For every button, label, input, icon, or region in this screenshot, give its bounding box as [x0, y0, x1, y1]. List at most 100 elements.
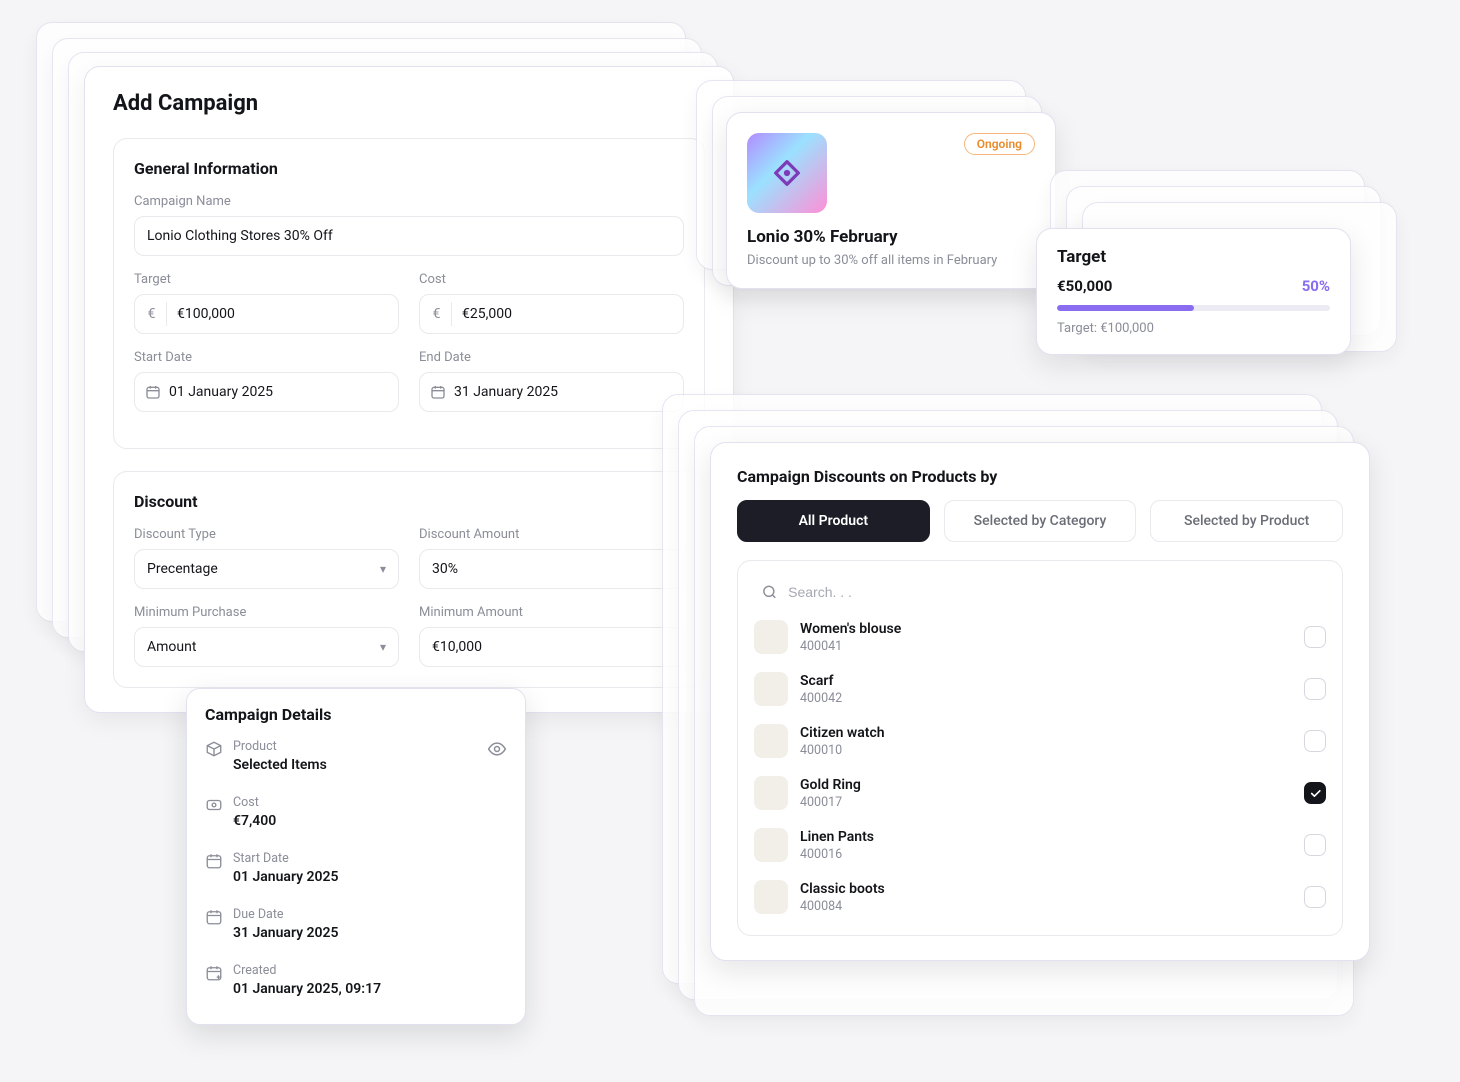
product-sku: 400041 [800, 639, 901, 654]
campaign-image [747, 133, 827, 213]
calendar-due-icon [205, 908, 223, 926]
tab-by-product[interactable]: Selected by Product [1150, 500, 1343, 542]
min-purchase-label: Minimum Purchase [134, 605, 399, 620]
product-thumbnail [754, 724, 788, 758]
calendar-created-icon [205, 964, 223, 982]
products-card: Campaign Discounts on Products by All Pr… [710, 442, 1370, 961]
target-goal: Target: €100,000 [1057, 321, 1330, 336]
product-row[interactable]: Scarf 400042 [750, 663, 1330, 715]
add-campaign-card: Add Campaign General Information Campaig… [84, 66, 734, 713]
details-created-value: 01 January 2025, 09:17 [233, 981, 381, 997]
cost-icon [205, 796, 223, 814]
details-product-label: Product [233, 739, 477, 754]
product-row[interactable]: Linen Pants 400016 [750, 819, 1330, 871]
product-thumbnail [754, 620, 788, 654]
product-sku: 400017 [800, 795, 861, 810]
details-due-value: 31 January 2025 [233, 925, 339, 941]
campaign-preview-title: Lonio 30% February [747, 227, 1035, 247]
discount-amount-value: 30% [432, 561, 458, 577]
target-title: Target [1057, 247, 1330, 267]
min-purchase-value: Amount [147, 639, 196, 655]
general-info-section: General Information Campaign Name Lonio … [113, 138, 705, 449]
campaign-name-label: Campaign Name [134, 194, 684, 209]
min-amount-value: €10,000 [432, 639, 482, 655]
calendar-start-icon [205, 852, 223, 870]
product-checkbox[interactable] [1304, 834, 1326, 856]
euro-icon: € [145, 302, 167, 326]
campaign-name-value: Lonio Clothing Stores 30% Off [147, 228, 333, 244]
discount-type-select[interactable]: Precentage ▾ [134, 549, 399, 589]
product-checkbox[interactable] [1304, 626, 1326, 648]
discount-section-title: Discount [134, 492, 684, 511]
product-checkbox[interactable] [1304, 886, 1326, 908]
cost-label: Cost [419, 272, 684, 287]
products-card-title: Campaign Discounts on Products by [737, 467, 1343, 486]
status-badge: Ongoing [964, 133, 1035, 155]
end-date-label: End Date [419, 350, 684, 365]
product-row[interactable]: Citizen watch 400010 [750, 715, 1330, 767]
calendar-icon [145, 384, 161, 400]
campaign-preview-card: Ongoing Lonio 30% February Discount up t… [726, 112, 1056, 289]
product-checkbox[interactable] [1304, 678, 1326, 700]
product-name: Classic boots [800, 881, 885, 897]
chevron-down-icon: ▾ [380, 562, 386, 576]
product-checkbox[interactable] [1304, 782, 1326, 804]
euro-icon: € [430, 302, 452, 326]
campaign-details-popover: Campaign Details Product Selected Items … [186, 688, 526, 1025]
start-date-value: 01 January 2025 [169, 384, 273, 400]
product-name: Linen Pants [800, 829, 874, 845]
tab-by-category[interactable]: Selected by Category [944, 500, 1137, 542]
details-cost-label: Cost [233, 795, 276, 810]
discount-amount-input[interactable]: 30% [419, 549, 684, 589]
product-sku: 400016 [800, 847, 874, 862]
campaign-preview-subtitle: Discount up to 30% off all items in Febr… [747, 253, 1035, 268]
progress-bar [1057, 305, 1330, 311]
min-purchase-select[interactable]: Amount ▾ [134, 627, 399, 667]
product-sku: 400042 [800, 691, 842, 706]
min-amount-label: Minimum Amount [419, 605, 684, 620]
eye-icon [487, 739, 507, 759]
product-name: Citizen watch [800, 725, 885, 741]
discount-type-label: Discount Type [134, 527, 399, 542]
start-date-label: Start Date [134, 350, 399, 365]
target-input[interactable]: € €100,000 [134, 294, 399, 334]
details-created-label: Created [233, 963, 381, 978]
general-section-title: General Information [134, 159, 684, 178]
product-row[interactable]: Classic boots 400084 [750, 871, 1330, 923]
cost-input[interactable]: € €25,000 [419, 294, 684, 334]
product-checkbox[interactable] [1304, 730, 1326, 752]
target-percent: 50% [1302, 277, 1330, 295]
product-search-input[interactable] [788, 584, 1319, 600]
min-amount-input[interactable]: €10,000 [419, 627, 684, 667]
details-cost-value: €7,400 [233, 813, 276, 829]
product-sku: 400010 [800, 743, 885, 758]
package-icon [205, 740, 223, 758]
product-sku: 400084 [800, 899, 885, 914]
search-icon [761, 583, 778, 601]
product-name: Gold Ring [800, 777, 861, 793]
end-date-input[interactable]: 31 January 2025 [419, 372, 684, 412]
discount-type-value: Precentage [147, 561, 218, 577]
target-card: Target €50,000 50% Target: €100,000 [1036, 228, 1351, 355]
details-due-label: Due Date [233, 907, 339, 922]
discount-section: Discount Discount Type Precentage ▾ Disc… [113, 471, 705, 688]
calendar-icon [430, 384, 446, 400]
view-button[interactable] [487, 739, 507, 759]
product-thumbnail [754, 776, 788, 810]
details-start-value: 01 January 2025 [233, 869, 339, 885]
tab-all-product[interactable]: All Product [737, 500, 930, 542]
product-search[interactable] [750, 573, 1330, 611]
target-label: Target [134, 272, 399, 287]
campaign-name-input[interactable]: Lonio Clothing Stores 30% Off [134, 216, 684, 256]
product-row[interactable]: Women's blouse 400041 [750, 611, 1330, 663]
cost-value: €25,000 [462, 306, 512, 322]
page-title: Add Campaign [113, 91, 705, 116]
details-product-value: Selected Items [233, 757, 477, 773]
product-name: Scarf [800, 673, 842, 689]
product-name: Women's blouse [800, 621, 901, 637]
product-row[interactable]: Gold Ring 400017 [750, 767, 1330, 819]
campaign-details-title: Campaign Details [205, 705, 331, 724]
product-thumbnail [754, 828, 788, 862]
start-date-input[interactable]: 01 January 2025 [134, 372, 399, 412]
target-current: €50,000 [1057, 277, 1112, 295]
